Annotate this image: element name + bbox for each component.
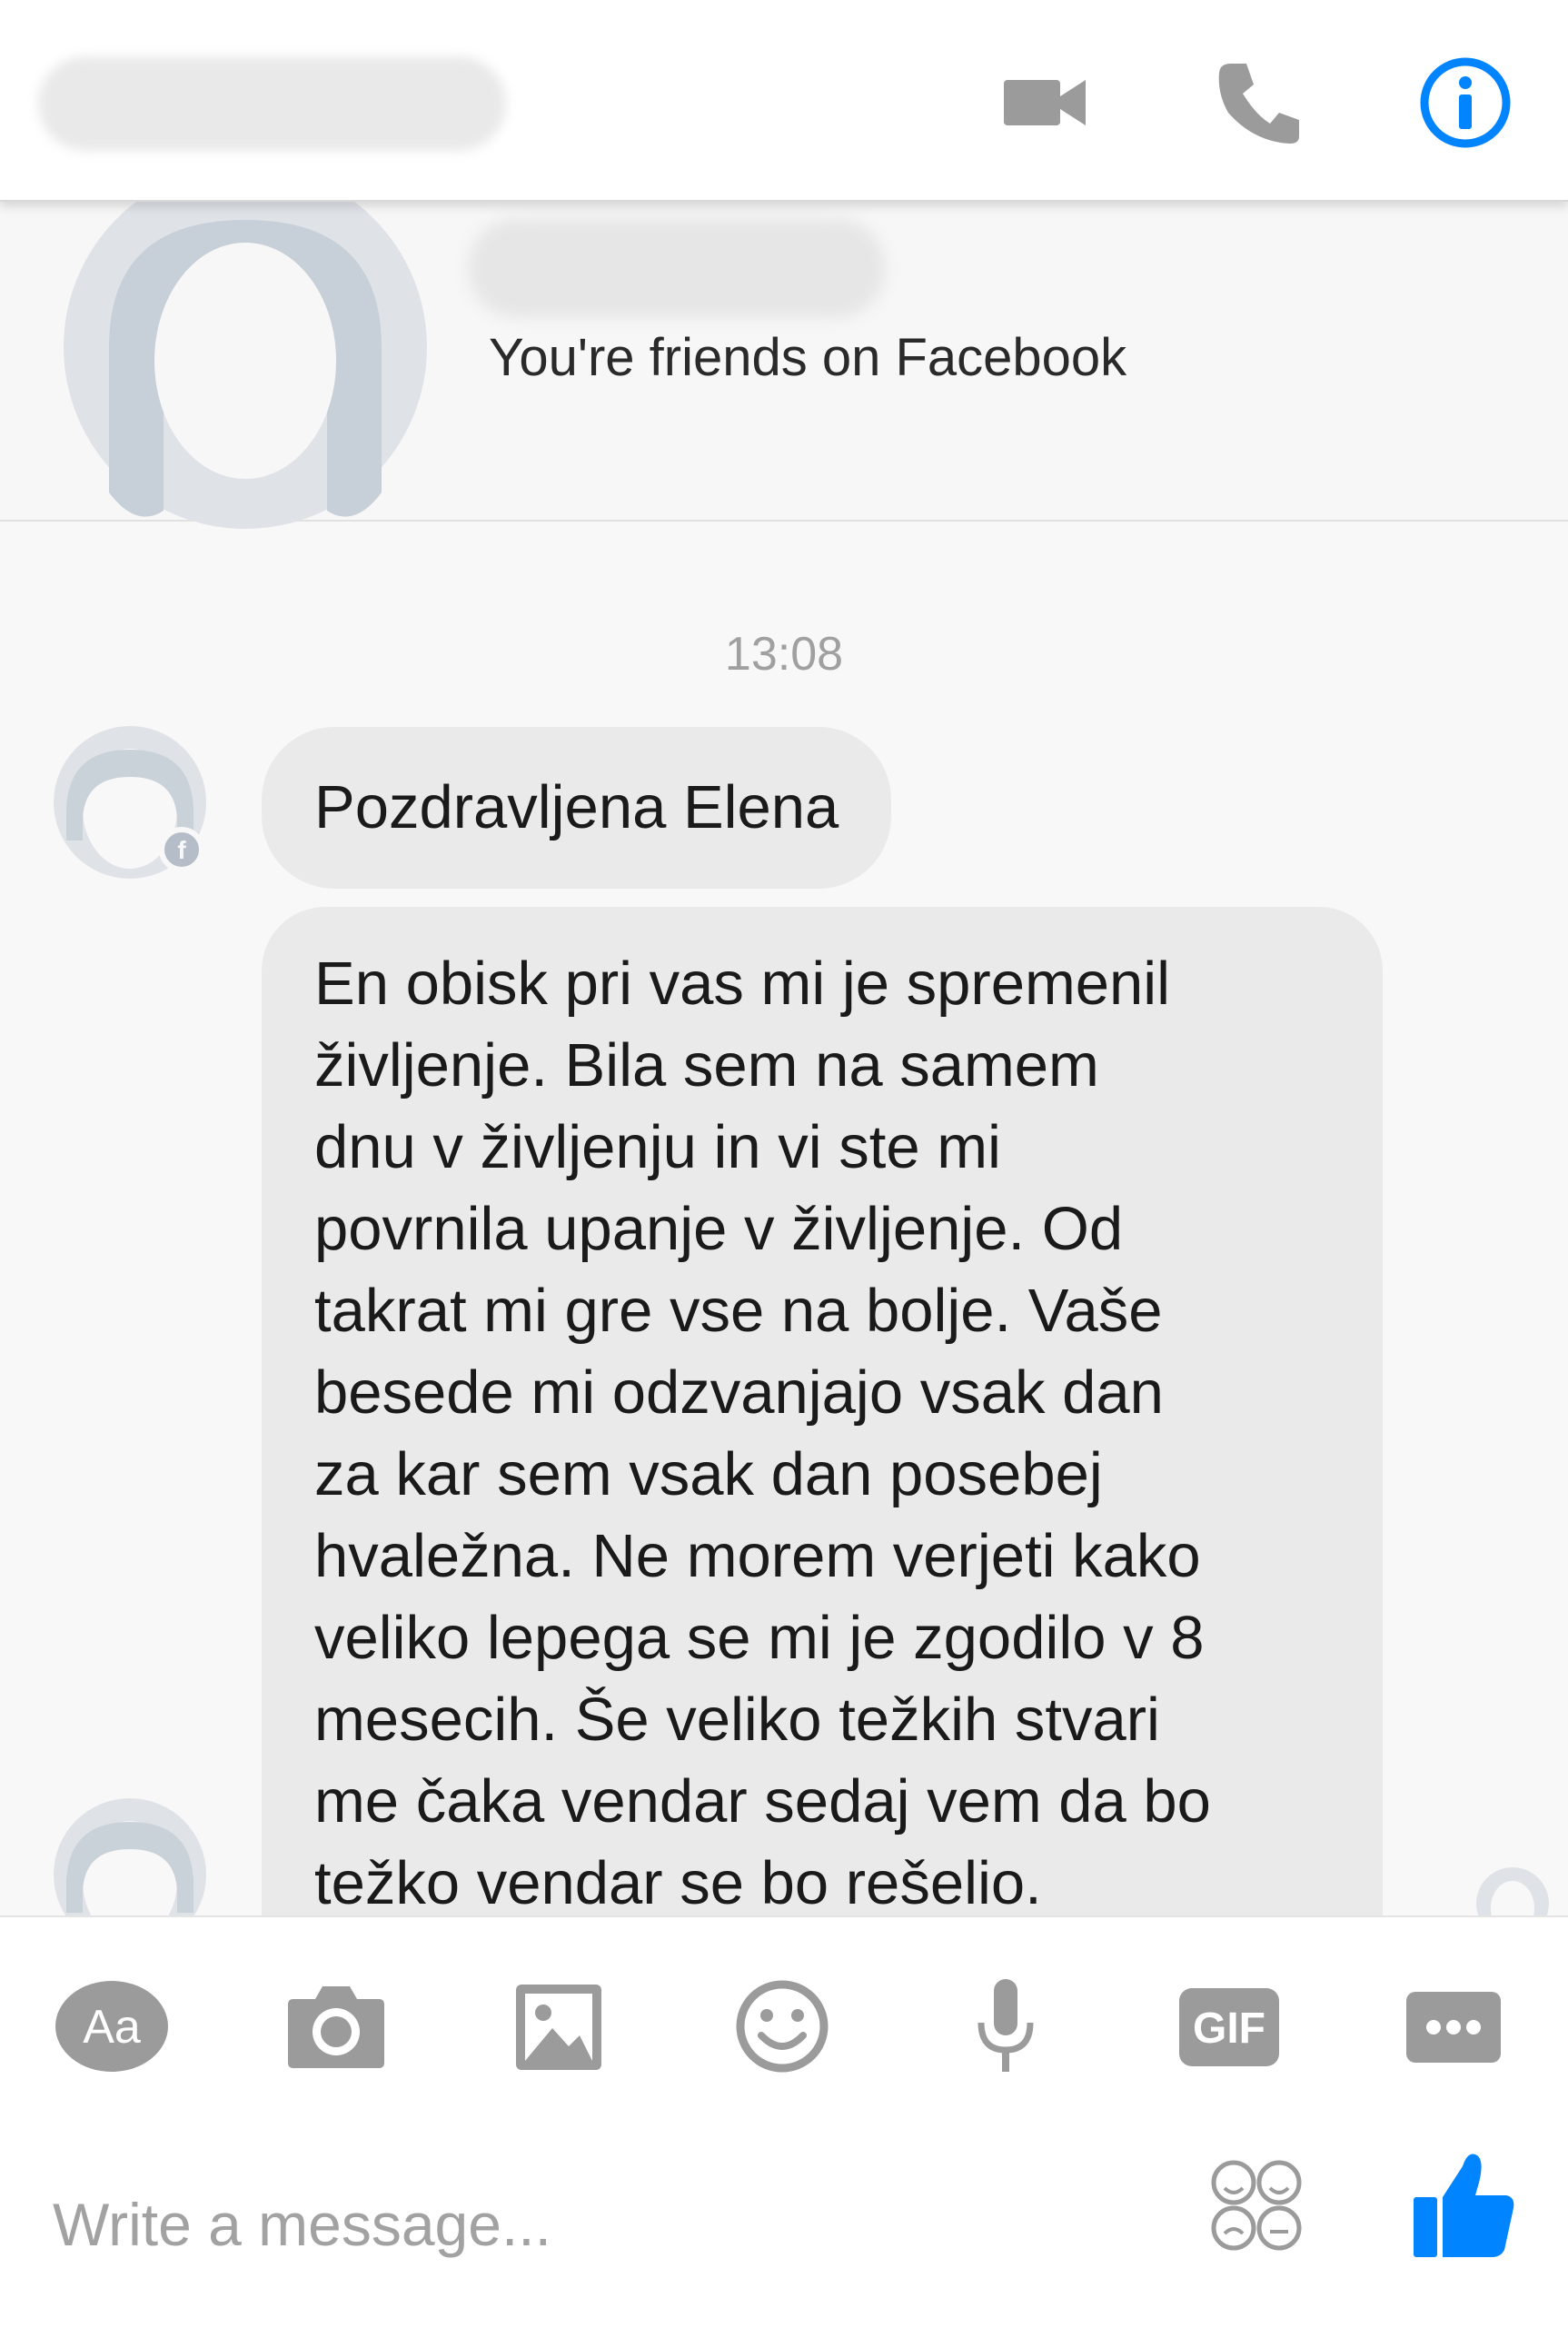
message-line: En obisk pri vas mi je spremenil bbox=[314, 950, 1171, 1018]
message-line: mesecih. Še veliko težkih stvari bbox=[314, 1686, 1160, 1754]
gif-icon[interactable]: GIF bbox=[1170, 1972, 1288, 2081]
sender-avatar[interactable]: f bbox=[50, 722, 218, 890]
message-line: dnu v življenju in vi ste mi bbox=[314, 1113, 1001, 1181]
message-composer: Aa GIF bbox=[0, 1915, 1568, 2328]
message-bubble[interactable]: Pozdravljena Elena bbox=[262, 727, 892, 889]
svg-text:f: f bbox=[177, 836, 186, 864]
emoji-icon[interactable] bbox=[723, 1972, 841, 2081]
message-line: težko vendar se bo rešelio. bbox=[314, 1849, 1042, 1917]
contact-name-redacted[interactable] bbox=[38, 56, 506, 151]
image-icon[interactable] bbox=[500, 1972, 618, 2081]
svg-text:GIF: GIF bbox=[1193, 2005, 1265, 2053]
stickers-icon[interactable] bbox=[1206, 2155, 1306, 2255]
conversation-header bbox=[0, 0, 1568, 202]
profile-picture[interactable] bbox=[55, 165, 436, 611]
microphone-icon[interactable] bbox=[947, 1972, 1065, 2081]
contact-name-redacted-2 bbox=[468, 218, 886, 318]
friends-status-text: You're friends on Facebook bbox=[489, 328, 1127, 387]
profile-card: You're friends on Facebook bbox=[0, 165, 1568, 529]
message-input[interactable] bbox=[51, 2174, 1145, 2275]
message-line: hvaležna. Ne morem verjeti kako bbox=[314, 1522, 1201, 1590]
video-camera-icon[interactable] bbox=[995, 53, 1095, 153]
message-line: besede mi odzvanjajo vsak dan bbox=[314, 1358, 1164, 1427]
camera-icon[interactable] bbox=[277, 1972, 395, 2081]
svg-text:Aa: Aa bbox=[83, 2001, 141, 2054]
message-timestamp: 13:08 bbox=[724, 628, 844, 681]
more-icon[interactable] bbox=[1394, 1972, 1512, 2081]
message-line: življenje. Bila sem na samem bbox=[314, 1031, 1099, 1099]
phone-icon[interactable] bbox=[1208, 53, 1308, 153]
message-line: takrat mi gre vse na bolje. Vaše bbox=[314, 1277, 1163, 1345]
message-line: povrnila upanje v življenje. Od bbox=[314, 1195, 1124, 1263]
message-line: za kar sem vsak dan posebej bbox=[314, 1440, 1103, 1508]
like-button-icon[interactable] bbox=[1408, 2144, 1517, 2263]
message-line: me čaka vendar sedaj vem da bo bbox=[314, 1767, 1211, 1836]
text-format-icon[interactable]: Aa bbox=[53, 1972, 171, 2081]
message-bubble-long[interactable]: En obisk pri vas mi je spremenil življen… bbox=[262, 907, 1383, 1943]
message-line: veliko lepega se mi je zgodilo v 8 bbox=[314, 1604, 1205, 1672]
info-icon[interactable] bbox=[1415, 53, 1515, 153]
message-text: Pozdravljena Elena bbox=[314, 773, 839, 841]
